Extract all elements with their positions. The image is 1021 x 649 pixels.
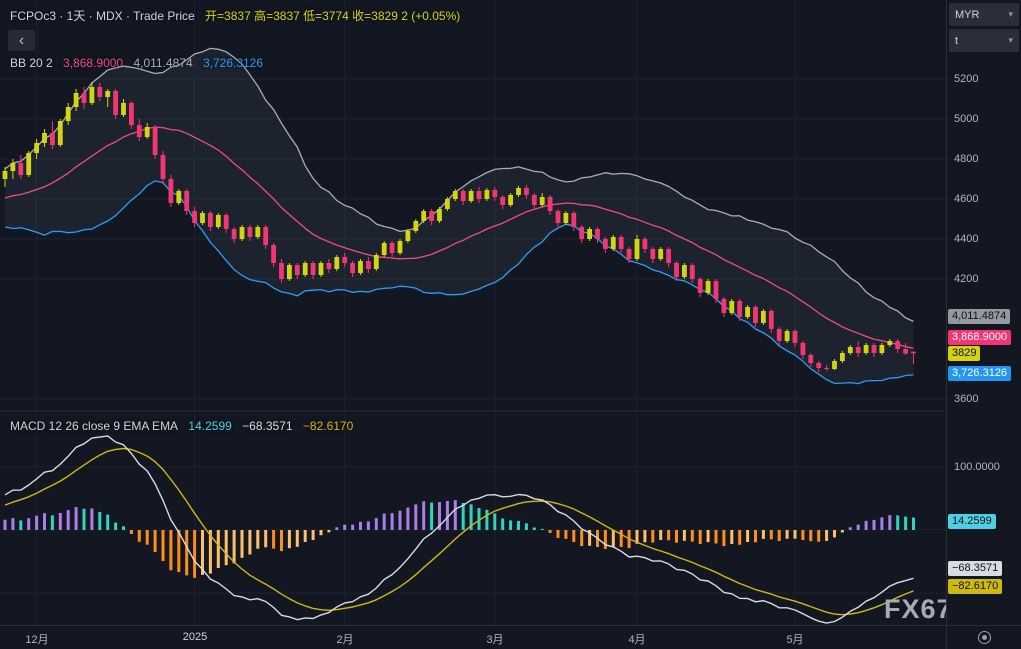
bb-lower-badge: 3,726.3126 [948, 366, 1011, 381]
time-tick-label: 2025 [183, 631, 207, 643]
bb-basis-badge: 3,868.9000 [948, 330, 1011, 345]
chart-plot [0, 0, 946, 625]
bb-upper-value: 4,011.4874 [133, 56, 192, 70]
bb-upper-badge: 4,011.4874 [948, 309, 1010, 324]
unit-dropdown-label: t [955, 35, 958, 47]
macd-signal-value: −82.6170 [303, 419, 353, 433]
price-tick-label: 4400 [954, 233, 978, 245]
chart-canvas[interactable]: FCPOc3 · 1天 · MDX · Trade Price 开=3837 高… [0, 0, 946, 625]
bb-legend-label: BB 20 2 [10, 56, 53, 70]
macd-hist-value: 14.2599 [188, 419, 231, 433]
currency-dropdown-label: MYR [955, 9, 979, 21]
chevron-down-icon: ▾ [1008, 35, 1013, 46]
symbol-legend[interactable]: FCPOc3 · 1天 · MDX · Trade Price 开=3837 高… [10, 7, 467, 24]
currency-dropdown[interactable]: MYR ▾ [949, 3, 1019, 26]
trading-chart-app: FCPOc3 · 1天 · MDX · Trade Price 开=3837 高… [0, 0, 1021, 649]
bb-lower-value: 3,726.3126 [203, 56, 263, 70]
time-tick-label: 4月 [628, 631, 645, 647]
back-arrow-icon: ‹ [19, 32, 24, 49]
unit-dropdown[interactable]: t ▾ [949, 29, 1019, 52]
time-tick-label: 12月 [25, 631, 48, 647]
chevron-down-icon: ▾ [1008, 9, 1013, 20]
price-tick-label: 4200 [954, 273, 978, 285]
price-tick-label: 3600 [954, 393, 978, 405]
macd-hist-badge: 14.2599 [948, 514, 996, 529]
bb-basis-value: 3,868.9000 [63, 56, 123, 70]
time-axis[interactable]: 12月 2025 2月 3月 4月 5月 [0, 625, 1021, 649]
price-tick-label: 5000 [954, 113, 978, 125]
timezone-icon[interactable] [978, 631, 991, 644]
price-tick-label: 4800 [954, 153, 978, 165]
macd-legend-label: MACD 12 26 close 9 EMA EMA [10, 419, 178, 433]
back-button[interactable]: ‹ [8, 30, 35, 51]
axis-corner [946, 626, 1021, 649]
macd-tick-label: 100.0000 [954, 461, 1000, 473]
bb-legend[interactable]: BB 20 2 3,868.9000 4,011.4874 3,726.3126 [10, 56, 270, 70]
last-price-badge: 3829 [948, 346, 980, 361]
symbol-title: FCPOc3 · 1天 · MDX · Trade Price [10, 9, 195, 23]
macd-line-badge: −68.3571 [948, 561, 1002, 576]
price-tick-label: 4600 [954, 193, 978, 205]
time-tick-label: 5月 [786, 631, 803, 647]
price-scale[interactable]: MYR ▾ t ▾ 5200 5000 4800 4600 4400 4200 3600 10… [946, 0, 1021, 625]
macd-legend[interactable]: MACD 12 26 close 9 EMA EMA 14.2599 −68.3… [10, 419, 360, 433]
macd-line-value: −68.3571 [242, 419, 292, 433]
macd-signal-badge: −82.6170 [948, 579, 1002, 594]
symbol-ohlc: 开=3837 高=3837 低=3774 收=3829 2 (+0.05%) [205, 9, 460, 23]
time-tick-label: 2月 [336, 631, 353, 647]
watermark: FX678 [884, 594, 946, 625]
time-tick-label: 3月 [486, 631, 503, 647]
price-tick-label: 5200 [954, 73, 978, 85]
